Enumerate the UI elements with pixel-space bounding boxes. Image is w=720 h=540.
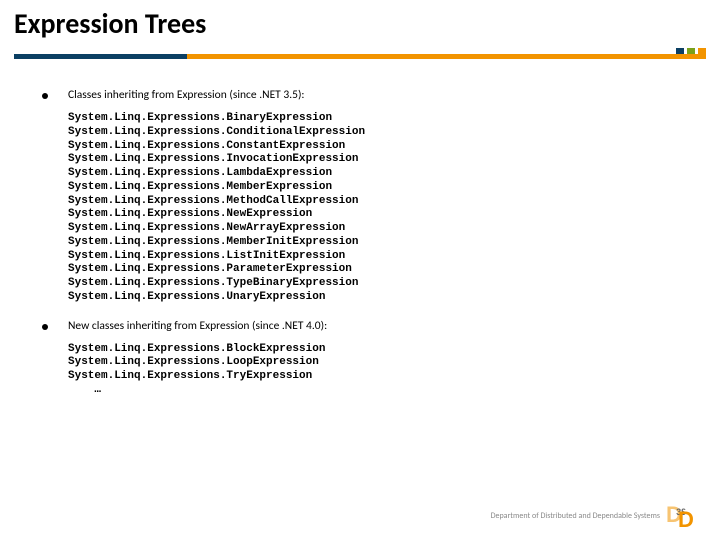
bullet-text: Classes inheriting from Expression (sinc… (68, 88, 305, 102)
code-block: System.Linq.Expressions.BinaryExpression… (68, 112, 680, 305)
footer: Department of Distributed and Dependable… (491, 502, 706, 530)
footer-dept-label: Department of Distributed and Dependable… (491, 512, 660, 521)
bullet-icon (42, 93, 48, 99)
title-bar (0, 48, 720, 66)
footer-logo: D 3S D (666, 502, 706, 530)
list-item: Classes inheriting from Expression (sinc… (42, 88, 680, 102)
list-item: New classes inheriting from Expression (… (42, 319, 680, 333)
code-block: System.Linq.Expressions.BlockExpression … (68, 343, 680, 398)
logo-letter: D (678, 507, 694, 533)
bullet-text: New classes inheriting from Expression (… (68, 319, 327, 333)
content-area: Classes inheriting from Expression (sinc… (42, 88, 680, 412)
page-title: Expression Trees (14, 6, 206, 41)
bullet-icon (42, 324, 48, 330)
accent-bar (14, 54, 706, 59)
slide: Expression Trees Classes inheriting from… (0, 0, 720, 540)
